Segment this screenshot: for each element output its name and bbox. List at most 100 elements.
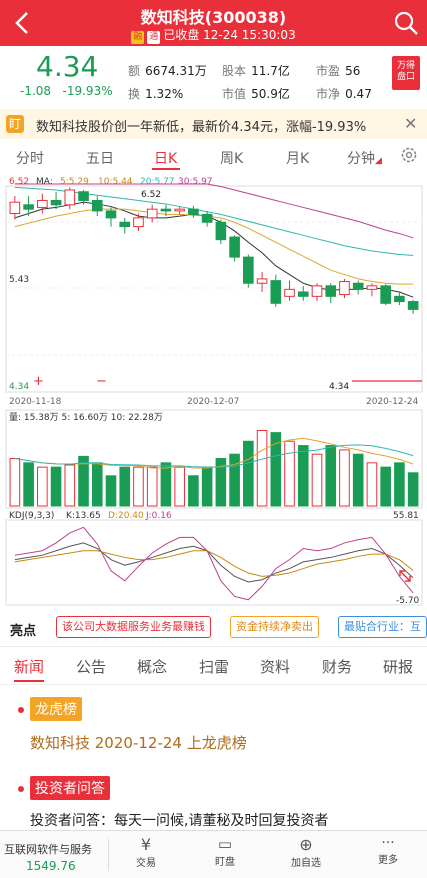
candle bbox=[201, 210, 213, 227]
candle-body bbox=[339, 281, 350, 296]
candle bbox=[188, 205, 199, 218]
ma5-label: 5:5.29 bbox=[60, 177, 89, 187]
candle bbox=[146, 204, 158, 223]
highlight-chip-fund-flow[interactable]: 资金持续净卖出 bbox=[230, 616, 319, 638]
watch-icon: 盯 bbox=[6, 115, 24, 133]
kdj-label: KDJ(9,3,3) bbox=[9, 511, 54, 521]
zoom-in-icon[interactable]: + bbox=[33, 374, 44, 389]
volume-bar bbox=[201, 466, 213, 507]
ma10-label: 10:5.44 bbox=[98, 177, 133, 187]
close-icon[interactable]: ✕ bbox=[404, 114, 417, 133]
candle bbox=[174, 206, 185, 215]
volume-label: 量: 15.38万 5: 16.60万 10: 22.28万 bbox=[9, 412, 163, 423]
change-percent: -19.93% bbox=[62, 84, 113, 98]
candle bbox=[119, 217, 131, 234]
volume-bar bbox=[64, 464, 76, 507]
candle-body bbox=[352, 282, 364, 290]
bullet-dot bbox=[18, 707, 24, 713]
tab-risk-scan[interactable]: 扫雷 bbox=[199, 656, 229, 677]
zoom-out-icon[interactable]: − bbox=[96, 374, 107, 389]
volume-bar bbox=[91, 462, 103, 507]
candle-body bbox=[105, 210, 117, 219]
candle-body bbox=[297, 291, 309, 297]
candle bbox=[256, 271, 268, 292]
high-marker-label: 6.52 bbox=[141, 190, 161, 200]
candle-body bbox=[243, 256, 254, 284]
tab-minute[interactable]: 分钟◢ bbox=[347, 148, 382, 168]
add-watchlist-button[interactable]: ⊕ 加自选 bbox=[286, 835, 326, 869]
j-line bbox=[14, 526, 414, 601]
tab-news[interactable]: 新闻 bbox=[14, 656, 44, 677]
candle bbox=[352, 280, 364, 295]
search-icon[interactable] bbox=[392, 9, 420, 37]
bottom-toolbar: 互联网软件与服务 1549.76 ¥ 交易 ▭ 盯盘 ⊕ 加自选 ··· 更多 bbox=[0, 830, 427, 878]
monitor-icon: ▭ bbox=[217, 835, 233, 853]
candle-body bbox=[201, 213, 213, 223]
amount-stat: 额 6674.31万 bbox=[128, 64, 207, 78]
tab-weekly-k[interactable]: 周K bbox=[220, 148, 243, 168]
tab-financials[interactable]: 财务 bbox=[322, 656, 352, 677]
candle bbox=[380, 284, 391, 306]
tab-intraday[interactable]: 分时 bbox=[16, 148, 44, 168]
news-item-title[interactable]: 数知科技 2020-12-24 上龙虎榜 bbox=[30, 732, 247, 753]
volume-bars bbox=[9, 429, 419, 507]
candle-body bbox=[119, 221, 131, 228]
stock-chart[interactable]: 6.52 MA: 5:5.29 10:5.44 20:5.77 30:5.97 … bbox=[0, 172, 427, 610]
watch-board-button[interactable]: ▭ 盯盘 bbox=[207, 835, 243, 868]
candle-body bbox=[91, 199, 103, 212]
price-alert-banner[interactable]: 盯 数知科技股价创一年新低，最新价4.34元，涨幅-19.93% ✕ bbox=[0, 109, 427, 139]
kdj-high-label: 55.81 bbox=[393, 511, 419, 521]
pe-stat: 市盈 56 bbox=[316, 64, 361, 78]
candle bbox=[229, 235, 240, 262]
volume-bar bbox=[146, 466, 158, 507]
dropdown-triangle-icon: ◢ bbox=[375, 156, 382, 166]
highlight-chip-business[interactable]: 该公司大数据服务业务最赚钱 bbox=[56, 616, 211, 638]
highlight-chip-industry[interactable]: 最贴合行业：互 bbox=[338, 616, 427, 638]
volume-bar bbox=[407, 472, 419, 507]
candle bbox=[270, 274, 282, 307]
low-marker-label: 4.34 bbox=[329, 382, 349, 392]
d-value-label: D:20.40 bbox=[108, 511, 144, 521]
volume-bar bbox=[50, 466, 62, 507]
sector-name[interactable]: 互联网软件与服务 bbox=[4, 841, 92, 857]
candle bbox=[407, 299, 419, 314]
ma30-label: 30:5.97 bbox=[178, 177, 213, 187]
more-button[interactable]: ··· 更多 bbox=[370, 835, 406, 866]
tab-research[interactable]: 研报 bbox=[383, 656, 413, 677]
sector-index-value: 1549.76 bbox=[26, 859, 76, 873]
wind-depth-logo[interactable]: 万得 盘口 bbox=[392, 56, 420, 90]
trade-button[interactable]: ¥ 交易 bbox=[128, 835, 164, 869]
tab-profile[interactable]: 资料 bbox=[260, 656, 290, 677]
date-label-end: 2020-12-24 bbox=[366, 397, 419, 407]
volume-bar bbox=[105, 475, 117, 507]
j-value-label: J:0.16 bbox=[145, 511, 172, 521]
tab-concepts[interactable]: 概念 bbox=[137, 656, 167, 677]
settings-gear-icon[interactable] bbox=[400, 146, 418, 164]
candle-body bbox=[64, 189, 76, 206]
tab-monthly-k[interactable]: 月K bbox=[286, 148, 309, 168]
tab-five-day[interactable]: 五日 bbox=[86, 148, 114, 168]
tab-announcements[interactable]: 公告 bbox=[76, 656, 106, 677]
candle-body bbox=[394, 295, 405, 303]
candle bbox=[366, 283, 378, 297]
d-line bbox=[14, 550, 414, 577]
candle-body bbox=[256, 278, 268, 284]
volume-bar bbox=[297, 445, 309, 507]
news-item-title[interactable]: 投资者问答：每天一问候,请董秘及时回复投资者 bbox=[30, 810, 328, 830]
candle-body bbox=[160, 208, 172, 212]
kdj-panel-frame bbox=[5, 519, 423, 606]
news-badge-dragon-tiger: 龙虎榜 bbox=[30, 697, 82, 721]
volume-bar bbox=[243, 440, 254, 507]
candle-body bbox=[407, 301, 419, 310]
news-badge-investor-qa: 投资者问答 bbox=[30, 776, 110, 800]
candle-body bbox=[78, 191, 89, 201]
candle-body bbox=[50, 199, 62, 206]
candle-body bbox=[133, 217, 144, 228]
candle bbox=[243, 254, 254, 288]
tab-daily-k[interactable]: 日K bbox=[154, 148, 177, 168]
market-cap-stat: 市值 50.9亿 bbox=[222, 87, 290, 101]
candle bbox=[91, 196, 103, 217]
margin-tag: 融 bbox=[131, 31, 145, 44]
connect-tag: 通 bbox=[147, 31, 161, 44]
k-value-label: K:13.65 bbox=[66, 511, 101, 521]
